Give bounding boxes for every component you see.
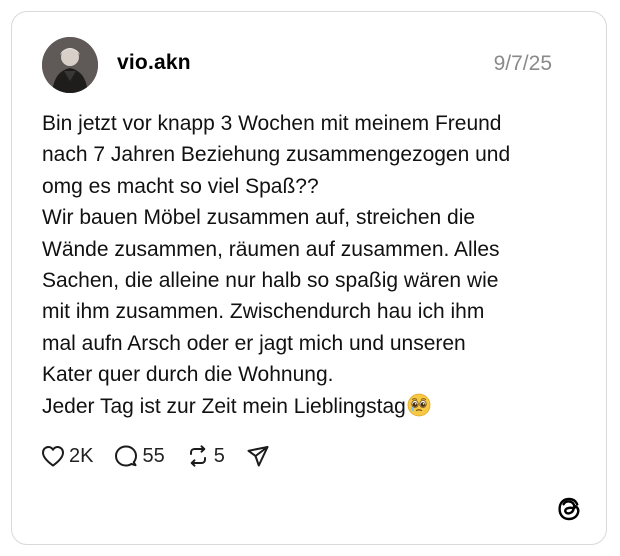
post-text-line: Wir bauen Möbel zusammen auf, streichen … [42, 206, 476, 230]
post-text-line: Wände zusammen, räumen auf zusammen. All… [42, 237, 500, 261]
like-count: 2K [69, 444, 94, 467]
pleading-face-emoji [407, 393, 431, 426]
post-text: Bin jetzt vor knapp 3 Wochen mit meinem … [42, 108, 582, 426]
post-text-line: mit ihm zusammen. Zwischendurch hau ich … [42, 300, 485, 324]
post-date: 9/7/25 [493, 52, 552, 75]
post-text-line: Kater quer durch die Wohnung. [42, 363, 334, 387]
repost-icon [185, 444, 211, 468]
repost-count: 5 [213, 444, 225, 467]
reply-button[interactable]: 55 [113, 444, 165, 468]
comment-icon [113, 444, 139, 468]
post-text-last-line-text: Jeder Tag ist zur Zeit mein Lieblingstag [42, 394, 406, 418]
heart-icon [40, 444, 66, 468]
post-text-line: nach 7 Jahren Beziehung zusammengezogen … [42, 143, 511, 167]
post-text-line: Sachen, die alleine nur halb so spaßig w… [42, 269, 499, 293]
repost-button[interactable]: 5 [185, 444, 225, 468]
post-text-last-line: Jeder Tag ist zur Zeit mein Lieblingstag [42, 391, 582, 426]
post-actions: 2K 55 5 [40, 442, 291, 470]
post-text-line: omg es macht so viel Spaß?? [42, 174, 319, 198]
post-text-line: mal aufn Arsch oder er jagt mich und uns… [42, 331, 466, 355]
share-icon [245, 444, 271, 468]
post-card: vio.akn 9/7/25 Bin jetzt vor knapp 3 Woc… [11, 11, 607, 545]
share-button[interactable] [245, 444, 271, 468]
post-text-line: Bin jetzt vor knapp 3 Wochen mit meinem … [42, 112, 502, 135]
username[interactable]: vio.akn [117, 51, 191, 75]
threads-logo-icon [556, 496, 582, 522]
reply-count: 55 [142, 444, 165, 467]
like-button[interactable]: 2K [40, 444, 93, 468]
avatar[interactable] [42, 37, 98, 93]
